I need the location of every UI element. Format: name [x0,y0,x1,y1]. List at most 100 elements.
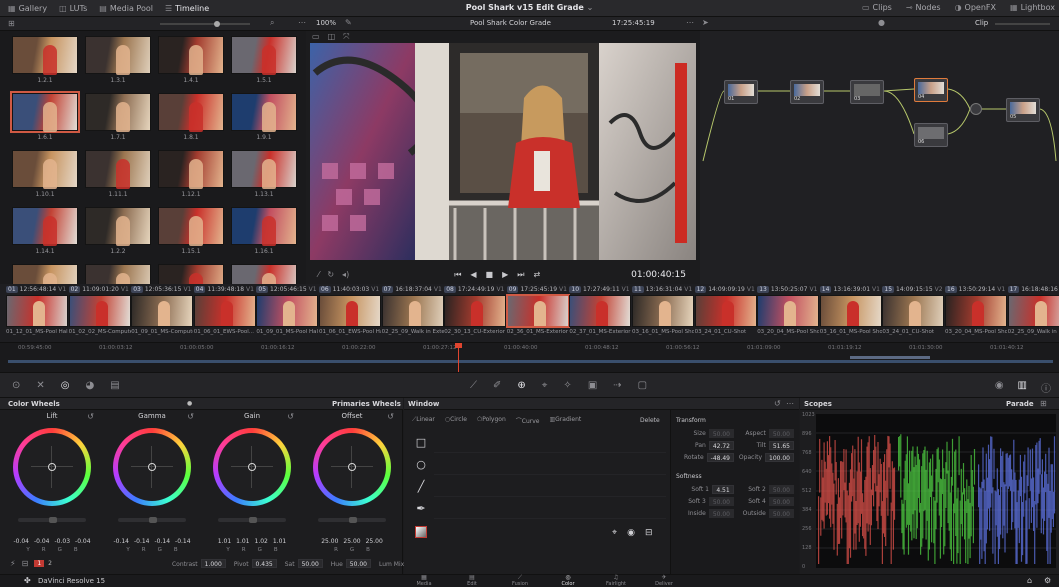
settings-gear-icon[interactable]: ⚙ [1044,576,1051,585]
gallery-still[interactable]: 1.8.1 [158,93,224,141]
loop-play-icon[interactable]: ⇄ [533,270,540,280]
timeline-clip[interactable]: 02 11:09:01:20 V1 01_02_02_MS-Computer [68,284,131,338]
param-value[interactable]: 50.00 [768,429,794,438]
wheel-master-slider[interactable] [118,517,186,523]
wheel-value[interactable]: 25.00 [343,538,360,545]
timeline-clip[interactable]: 16 13:50:29:14 V1 03_20_04_MS-Pool Shot [945,284,1007,338]
node-06[interactable]: 06 [914,123,948,147]
gallery-still[interactable]: 1.15.1 [158,207,224,255]
param-opacity[interactable]: Opacity 100.00 [736,453,794,462]
wheel-value[interactable]: 1.01 [273,538,286,545]
timeline-clip[interactable]: 14 13:16:39:01 V1 03_16_01_MS-Pool Shot [819,284,882,338]
page-deliver[interactable]: ✈ Deliver [640,575,688,587]
gallery-still[interactable]: 1.3.1 [85,36,151,84]
wheel-reset-icon[interactable]: ↺ [387,412,394,421]
timeline-clip[interactable]: 12 14:09:09:19 V1 03_24_01_CU-Shot [694,284,757,338]
stop-icon[interactable]: ■ [486,270,494,280]
color-wheel[interactable] [213,428,291,506]
scope-settings-icon[interactable]: ⊞ [1040,399,1047,408]
home-icon[interactable]: ⌂ [1027,576,1032,585]
gallery-still[interactable]: 1.6.1 [10,91,80,141]
timeline-clip[interactable]: 01 12:56:48:14 V1 01_12_01_MS-Pool Hall [6,284,68,338]
timeline-clip[interactable]: 11 13:16:31:04 V1 03_16_01_MS-Pool Shot [632,284,694,338]
window-row-4[interactable] [434,497,666,519]
adjust-value[interactable]: 0.435 [251,558,277,568]
adjust-pivot[interactable]: Pivot 0.435 [234,558,277,568]
reset-all-icon[interactable]: ⊟ [22,559,29,568]
timeline-name[interactable]: Pool Shark Color Grade [470,19,551,27]
play-icon[interactable]: ▶ [502,270,508,280]
param-value[interactable]: 100.00 [765,453,794,462]
node-editor[interactable]: 01 02 03 04 06 05 [700,31,1059,284]
param-value[interactable]: 51.65 [768,441,794,450]
wheel-value[interactable]: -0.04 [13,538,29,545]
color-wheel[interactable] [313,428,391,506]
wheels-page-dot[interactable]: ● [187,400,192,407]
wheel-value[interactable]: -0.03 [55,538,71,545]
info-icon[interactable]: ⓘ [1041,380,1051,395]
3d-icon[interactable]: ▢ [638,380,647,391]
param-soft-2[interactable]: Soft 2 50.00 [736,485,794,494]
tracker-icon[interactable]: ⌖ [542,380,548,391]
gallery-still[interactable]: 1.4.1 [158,36,224,84]
gallery-still[interactable] [231,264,297,284]
window-tool-linear[interactable]: ⟋ Linear [412,416,435,425]
invert-icon[interactable]: ⌖ [612,528,617,538]
param-soft-1[interactable]: Soft 1 4.51 [676,485,734,494]
param-tilt[interactable]: Tilt 51.65 [736,441,794,450]
gradient-window-button[interactable] [408,521,434,543]
hdr-icon[interactable]: ▤ [110,380,119,391]
page-fusion[interactable]: ⟋ Fusion [496,575,544,587]
page-edit[interactable]: ▤ Edit [448,575,496,587]
color-wheel[interactable] [113,428,191,506]
highlight-icon[interactable]: ⤧ [343,32,349,42]
wheel-puck[interactable] [248,463,256,471]
qualifier-icon[interactable]: ✐ [493,380,501,391]
viewer-zoom[interactable]: 100% [316,19,336,27]
right-tab-openfx[interactable]: ◑ OpenFX [955,3,996,12]
gallery-still[interactable]: 1.12.1 [158,150,224,198]
wand-icon[interactable]: ⁄ [318,270,319,279]
page-color[interactable]: ◎ Color [544,575,592,587]
grid-view-icon[interactable]: ⊞ [8,19,15,28]
gallery-still[interactable]: 1.5.1 [231,36,297,84]
gallery-still[interactable]: 1.2.1 [12,36,78,84]
color-wheel[interactable] [13,428,91,506]
right-tab-nodes[interactable]: ⊸ Nodes [906,3,941,12]
last-frame-icon[interactable]: ⏭ [517,270,524,280]
scopes-icon[interactable]: ▥ [1018,380,1027,395]
right-tab-lightbox[interactable]: ▦ Lightbox [1010,3,1055,12]
window-row-1[interactable] [434,431,666,453]
node-mode[interactable]: Clip [975,19,988,27]
timeline-clip[interactable]: 09 17:25:45:19 V1 02_36_01_MS-Exterior [505,284,570,338]
window-tool-gradient[interactable]: ▥ Gradient [549,416,581,425]
timeline-clip[interactable]: 15 14:09:15:15 V2 03_24_01_CU-Shot [882,284,945,338]
window-reset-icon[interactable]: ↺ [774,399,781,408]
param-value[interactable]: 50.00 [768,497,794,506]
adjust-value[interactable]: 1.000 [200,558,226,568]
wheel-puck[interactable] [148,463,156,471]
reverse-icon[interactable]: ◀ [470,270,476,280]
wheel-puck[interactable] [48,463,56,471]
gallery-still[interactable]: 1.14.1 [12,207,78,255]
node-05[interactable]: 05 [1006,98,1040,122]
scope-mode[interactable]: Parade [1006,400,1034,408]
pointer-icon[interactable]: ➤ [702,18,709,27]
wheel-value[interactable]: 25.00 [366,538,383,545]
gallery-still[interactable]: 1.11.1 [85,150,151,198]
more-options-icon[interactable]: ⋯ [298,18,306,27]
param-value[interactable]: 50.00 [708,509,734,518]
param-pan[interactable]: Pan 42.72 [676,441,734,450]
wheel-reset-icon[interactable]: ↺ [187,412,194,421]
gallery-still[interactable]: 1.13.1 [231,150,297,198]
more-options-icon-4[interactable]: ⋯ [786,399,794,408]
curves-icon[interactable]: ⟋ [470,380,477,391]
gallery-still[interactable]: 1.16.1 [231,207,297,255]
param-value[interactable]: 42.72 [708,441,734,450]
timeline-clip[interactable]: 1716:18:48:16V1 02_25_09_Walk in [1007,284,1059,338]
viewer-mode-icon[interactable]: ▭ [312,32,320,42]
loop-icon[interactable]: ↻ [327,270,334,279]
window-tool-polygon[interactable]: ⬠ Polygon [477,416,506,425]
param-value[interactable]: 50.00 [768,485,794,494]
page-media[interactable]: ▦ Media [400,575,448,587]
